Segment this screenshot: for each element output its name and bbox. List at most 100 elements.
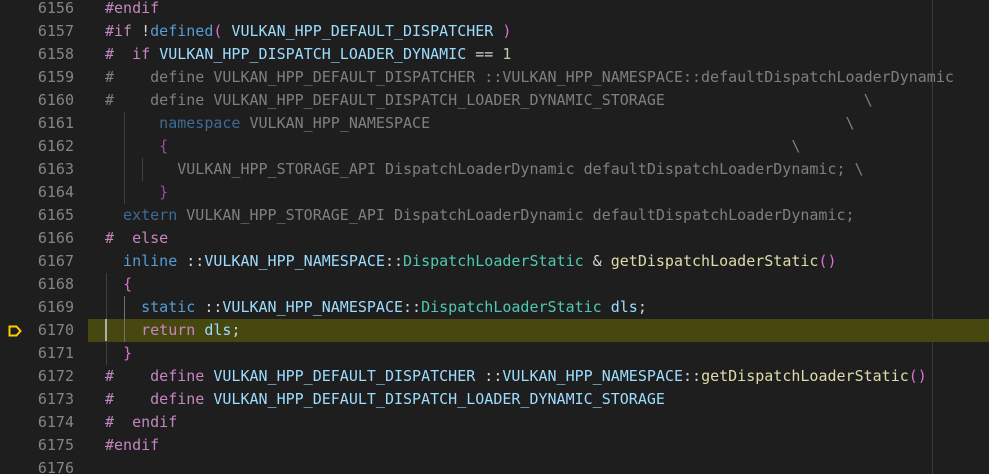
- code-token: #endif: [105, 0, 160, 17]
- code-token: ;: [231, 321, 241, 339]
- line-number: 6175: [37, 436, 74, 454]
- code-token: VULKAN_HPP_NAMESPACE: [502, 367, 683, 385]
- text-cursor: [105, 319, 107, 341]
- code-token: # define VULKAN_HPP_DEFAULT_DISPATCH_LOA…: [105, 91, 873, 109]
- code-token: VULKAN_HPP_NAMESPACE: [222, 298, 404, 316]
- line-number: 6170: [37, 321, 74, 339]
- code-line[interactable]: #endif: [88, 434, 989, 457]
- code-token: getDispatchLoaderStatic: [610, 252, 819, 270]
- line-number: 6164: [37, 183, 74, 201]
- code-token: VULKAN_HPP_DEFAULT_DISPATCHER: [222, 22, 503, 40]
- code-token: {: [105, 137, 169, 155]
- code-token: ==: [466, 45, 503, 63]
- indent-guide: [124, 296, 125, 342]
- code-token: ::: [683, 367, 702, 385]
- line-number: 6163: [37, 160, 74, 178]
- code-token: ): [502, 22, 512, 40]
- code-token: ;: [637, 298, 647, 316]
- code-token: dls: [610, 298, 638, 316]
- code-token: }: [123, 344, 133, 362]
- code-token: # define: [105, 390, 214, 408]
- code-line[interactable]: VULKAN_HPP_STORAGE_API DispatchLoaderDyn…: [88, 158, 989, 181]
- code-area[interactable]: #endif #if !defined( VULKAN_HPP_DEFAULT_D…: [88, 0, 989, 474]
- code-token: (): [908, 367, 927, 385]
- line-number: 6160: [37, 91, 74, 109]
- code-line[interactable]: }: [88, 342, 989, 365]
- code-token: ::: [475, 367, 503, 385]
- code-token: return: [105, 321, 205, 339]
- line-number: 6171: [37, 344, 74, 362]
- code-line[interactable]: #if !defined( VULKAN_HPP_DEFAULT_DISPATC…: [88, 20, 989, 43]
- code-token: VULKAN_HPP_DEFAULT_DISPATCH_LOADER_DYNAM…: [213, 390, 665, 408]
- code-token: #endif: [105, 436, 160, 454]
- line-number: 6172: [37, 367, 74, 385]
- line-number: 6159: [37, 68, 74, 86]
- code-line[interactable]: namespace VULKAN_HPP_NAMESPACE \: [88, 112, 989, 135]
- code-line[interactable]: # else: [88, 227, 989, 250]
- code-line[interactable]: [88, 457, 989, 474]
- code-token: # define VULKAN_HPP_DEFAULT_DISPATCHER :…: [105, 68, 954, 86]
- code-token: VULKAN_HPP_NAMESPACE: [204, 252, 385, 270]
- current-execution-line[interactable]: return dls;: [88, 319, 989, 342]
- line-number: 6167: [37, 252, 74, 270]
- code-line[interactable]: # endif: [88, 411, 989, 434]
- code-token: namespace: [105, 114, 250, 132]
- code-token: inline: [105, 252, 187, 270]
- code-token: 1: [502, 45, 512, 63]
- line-number: 6174: [37, 413, 74, 431]
- code-token: \: [168, 137, 801, 155]
- code-token: # else: [105, 229, 169, 247]
- code-line[interactable]: inline ::VULKAN_HPP_NAMESPACE::DispatchL…: [88, 250, 989, 273]
- line-number: 6165: [37, 206, 74, 224]
- code-line[interactable]: # define VULKAN_HPP_DEFAULT_DISPATCHER :…: [88, 66, 989, 89]
- code-token: static: [105, 298, 205, 316]
- code-token: ::: [186, 252, 205, 270]
- code-line[interactable]: {: [88, 273, 989, 296]
- code-token: VULKAN_HPP_STORAGE_API DispatchLoaderDyn…: [105, 160, 864, 178]
- line-number: 6173: [37, 390, 74, 408]
- code-token: # define: [105, 367, 214, 385]
- code-line[interactable]: static ::VULKAN_HPP_NAMESPACE::DispatchL…: [88, 296, 989, 319]
- code-token: VULKAN_HPP_NAMESPACE \: [249, 114, 855, 132]
- code-line[interactable]: }: [88, 181, 989, 204]
- code-token: !: [141, 22, 151, 40]
- line-number: 6157: [37, 22, 74, 40]
- code-token: DispatchLoaderStatic: [421, 298, 602, 316]
- code-editor[interactable]: 6156 6157 6158 6159 6160 6161 6162 6163 6164 6165…: [0, 0, 989, 474]
- code-line[interactable]: #endif: [88, 0, 989, 20]
- code-token: dls: [204, 321, 232, 339]
- code-token: VULKAN_HPP_DISPATCH_LOADER_DYNAMIC: [159, 45, 467, 63]
- line-number-gutter[interactable]: 6156 6157 6158 6159 6160 6161 6162 6163 6164 6165…: [0, 0, 88, 474]
- code-token: extern: [105, 206, 187, 224]
- code-line[interactable]: # define VULKAN_HPP_DEFAULT_DISPATCHER :…: [88, 365, 989, 388]
- code-token: ::: [403, 298, 422, 316]
- code-token: {: [123, 275, 133, 293]
- code-token: getDispatchLoaderStatic: [701, 367, 909, 385]
- line-number: 6166: [37, 229, 74, 247]
- indent-guide: [124, 112, 125, 204]
- line-number: 6162: [37, 137, 74, 155]
- code-token: defined: [150, 22, 214, 40]
- code-token: ::: [204, 298, 223, 316]
- code-line[interactable]: # define VULKAN_HPP_DEFAULT_DISPATCH_LOA…: [88, 89, 989, 112]
- code-line[interactable]: extern VULKAN_HPP_STORAGE_API DispatchLo…: [88, 204, 989, 227]
- code-line[interactable]: # if VULKAN_HPP_DISPATCH_LOADER_DYNAMIC …: [88, 43, 989, 66]
- line-number: 6176: [37, 459, 74, 474]
- code-line[interactable]: { \: [88, 135, 989, 158]
- code-line[interactable]: # define VULKAN_HPP_DEFAULT_DISPATCH_LOA…: [88, 388, 989, 411]
- code-token: # endif: [105, 413, 178, 431]
- code-token: VULKAN_HPP_STORAGE_API DispatchLoaderDyn…: [186, 206, 855, 224]
- code-token: DispatchLoaderStatic: [403, 252, 584, 270]
- line-number: 6156: [37, 0, 74, 17]
- line-number: 6161: [37, 114, 74, 132]
- code-token: # if: [105, 45, 160, 63]
- indent-guide: [142, 158, 143, 181]
- code-token: ::: [384, 252, 404, 270]
- line-number: 6169: [37, 298, 74, 316]
- code-token: }: [105, 183, 169, 201]
- line-number: 6158: [37, 45, 74, 63]
